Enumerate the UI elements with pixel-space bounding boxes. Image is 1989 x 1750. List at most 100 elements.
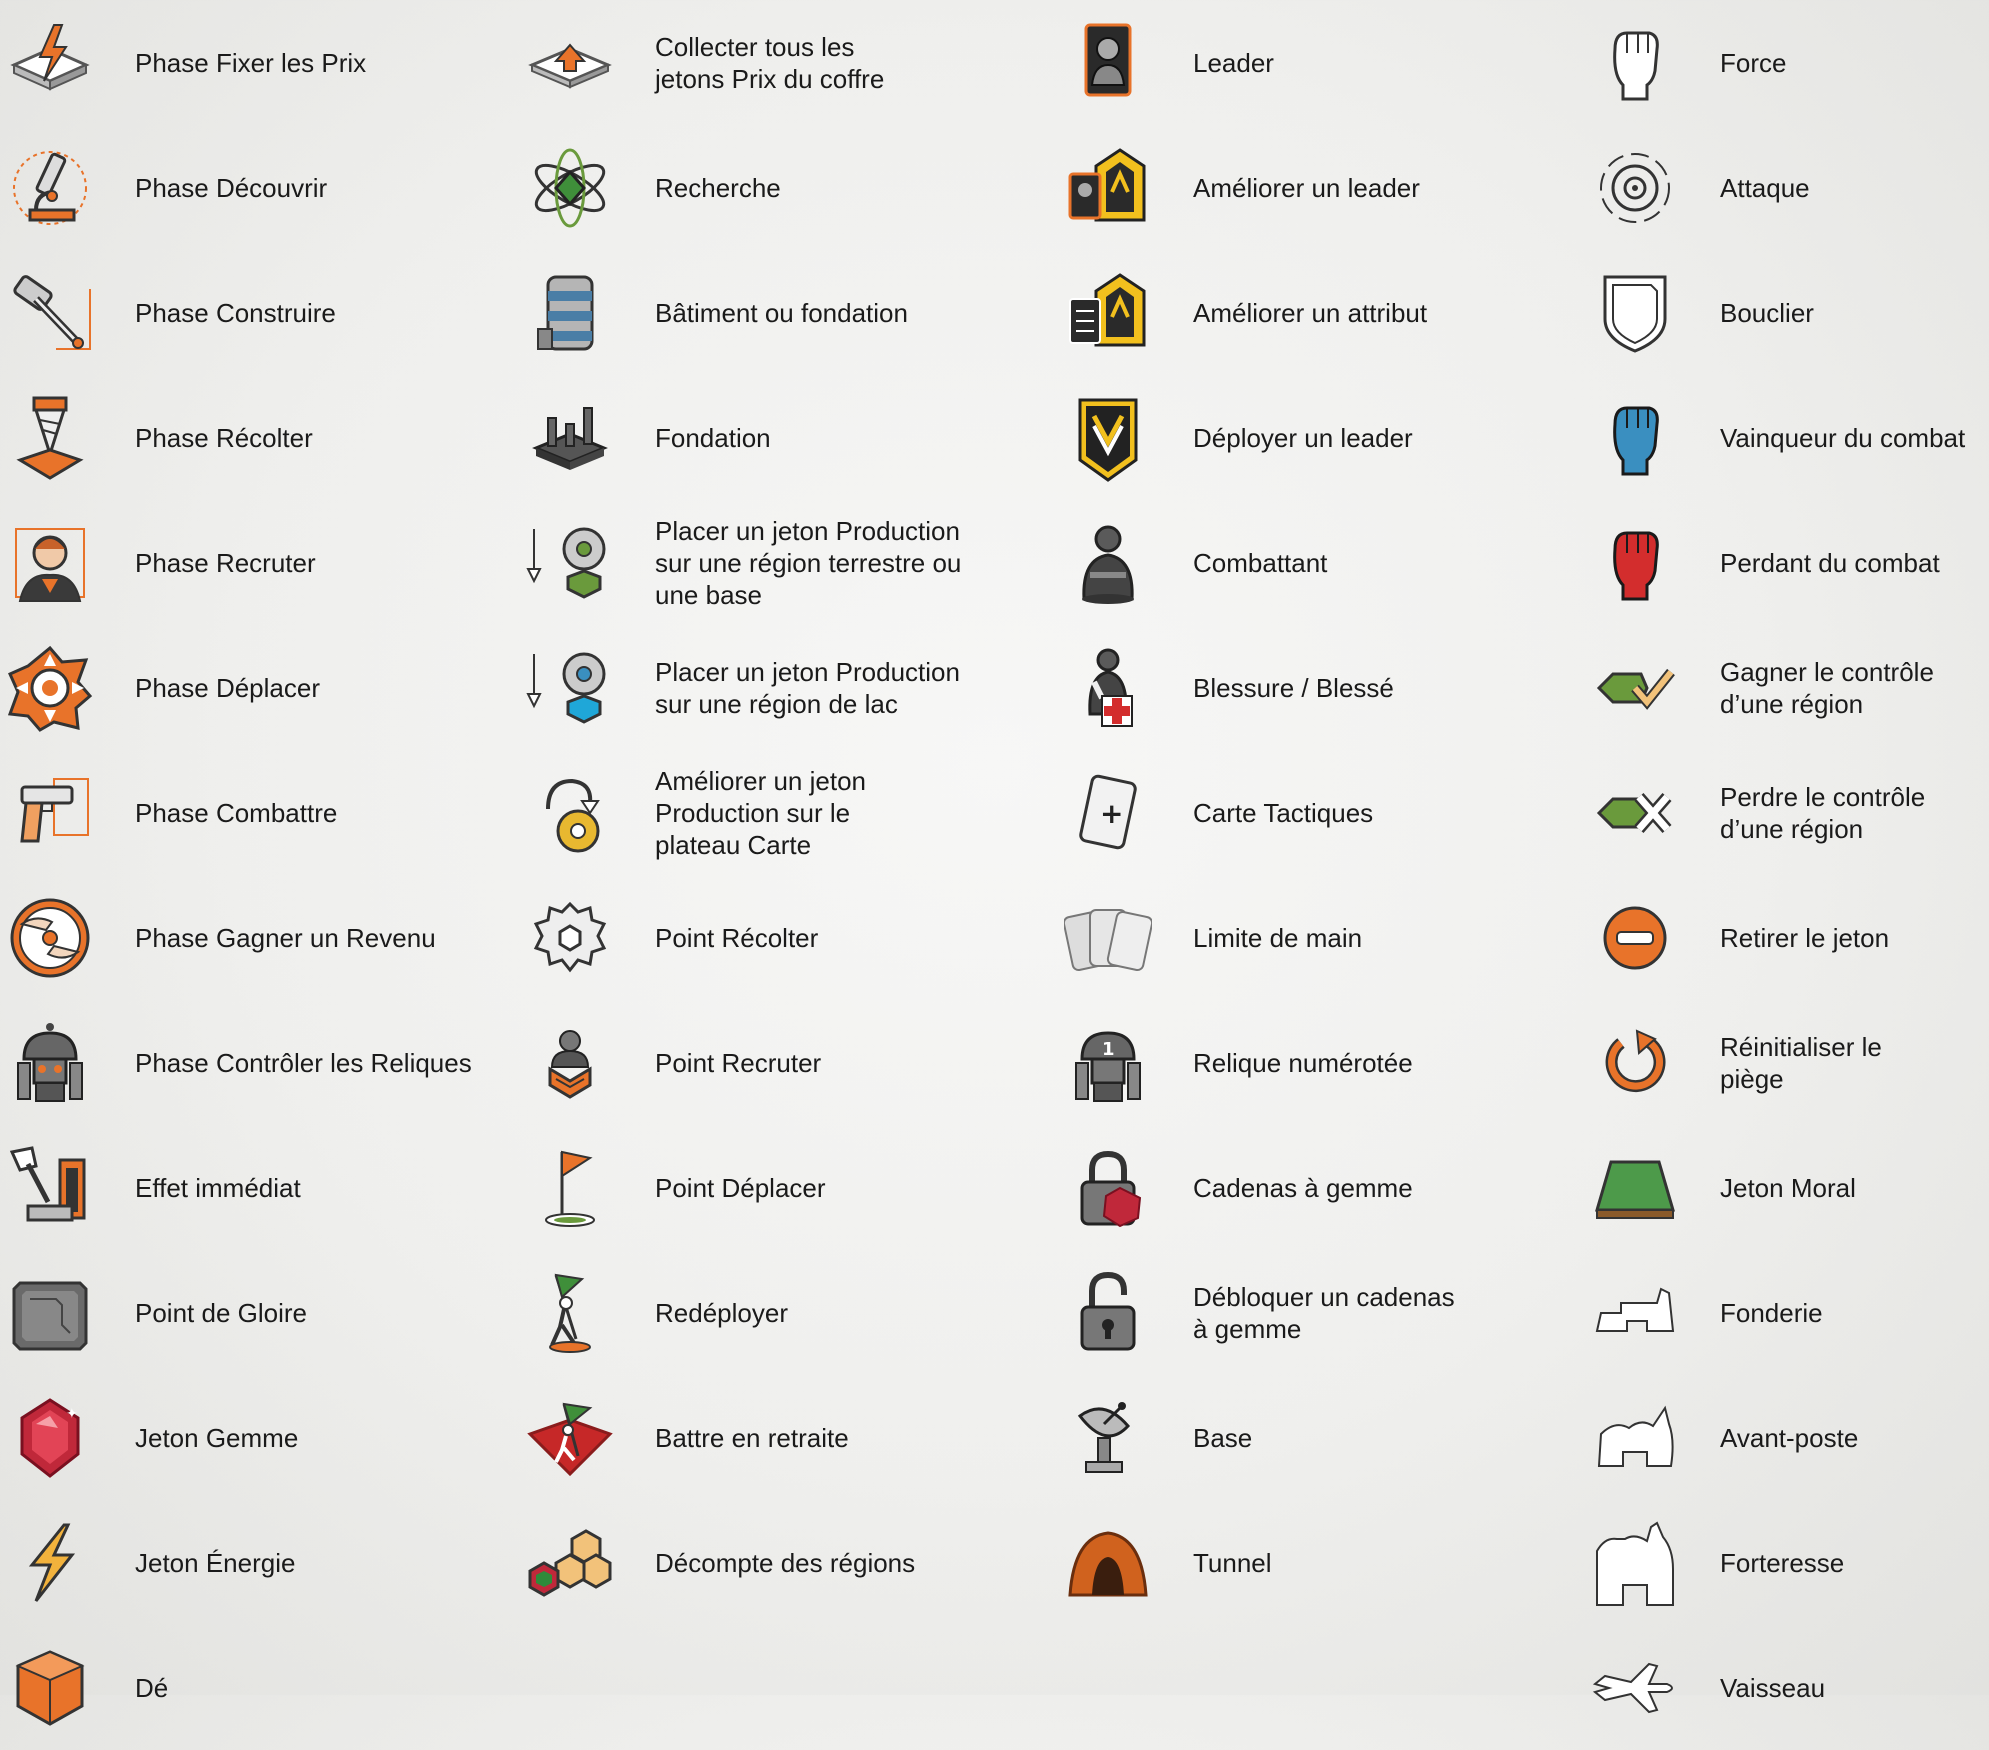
remove-token-icon [1591,894,1679,982]
legend-label: Placer un jeton Production sur une régio… [655,515,962,610]
legend-item: Améliorer un jeton Production sur le pla… [520,750,1040,875]
legend-label: Collecter tous les jetons Prix du coffre [655,31,885,94]
legend-item: Améliorer un leader [1058,125,1578,250]
fist-outline-icon [1591,19,1679,107]
legend-item: Bouclier [1585,250,1989,375]
legend-item: Phase Déplacer [0,625,510,750]
legend-label: Effet immédiat [135,1172,301,1203]
legend-item: Phase Contrôler les Reliques [0,1000,510,1125]
legend-label: Bâtiment ou fondation [655,297,908,328]
legend-label: Phase Gagner un Revenu [135,922,436,953]
leader-card-icon [1064,19,1152,107]
legend-item: ✦ Jeton Gemme [0,1375,510,1500]
legend-column-1: Phase Fixer les Prix Phase Découvrir Pha… [0,0,510,1750]
legend-label: Blessure / Blessé [1193,672,1394,703]
wounded-icon [1064,644,1152,732]
legend-label: Recherche [655,172,781,203]
legend-label: Leader [1193,47,1274,78]
legend-item: Dé [0,1625,510,1750]
legend-label: Force [1720,47,1787,78]
legend-label: Placer un jeton Production sur une régio… [655,656,960,719]
unlock-icon [1064,1269,1152,1357]
legend-item: Améliorer un attribut [1058,250,1578,375]
legend-label: Vaisseau [1720,1672,1826,1703]
glory-chip-icon [6,1269,94,1357]
legend-column-4: Force Attaque Bouclier Vainqueur du comb… [1585,0,1989,1750]
legend-label: Base [1193,1422,1253,1453]
legend-item: Recherche [520,125,1040,250]
atom-icon [526,144,614,232]
legend-column-3: Leader Améliorer un leader Améliorer un … [1058,0,1578,1625]
legend-label: Perdant du combat [1720,547,1940,578]
legend-label: Réinitialiser le piège [1720,1031,1882,1094]
production-green-icon [526,519,614,607]
legend-item: Point Recruter [520,1000,1040,1125]
gear-icon [526,894,614,982]
legend-label: Améliorer un leader [1193,172,1420,203]
foundation-icon [526,394,614,482]
legend-item: Jeton Énergie [0,1500,510,1625]
shield-icon [1591,269,1679,357]
legend-label: Jeton Énergie [135,1547,296,1578]
legend-item: Tunnel [1058,1500,1578,1625]
morale-token-icon [1591,1144,1679,1232]
tunnel-icon [1064,1519,1152,1607]
legend-label: Point de Gloire [135,1297,307,1328]
numbered-relic-icon: 1 [1064,1019,1152,1107]
legend-item: Point Récolter [520,875,1040,1000]
legend-label: Relique numérotée [1193,1047,1413,1078]
legend-label: Avant-poste [1720,1422,1859,1453]
legend-item: Déployer un leader [1058,375,1578,500]
legend-item: Phase Découvrir [0,125,510,250]
flag-icon [526,1144,614,1232]
legend-item: 1 Relique numérotée [1058,1000,1578,1125]
legend-item: Décompte des régions [520,1500,1040,1625]
legend-label: Phase Contrôler les Reliques [135,1047,472,1078]
legend-item: Retirer le jeton [1585,875,1989,1000]
legend-item: Vaisseau [1585,1625,1989,1750]
legend-label: Perdre le contrôle d’une région [1720,781,1926,844]
legend-item: Limite de main [1058,875,1578,1000]
tactics-card-icon: + [1064,769,1152,857]
building-icon [526,269,614,357]
upgrade-attribute-icon [1064,269,1152,357]
move-arrows-icon [6,644,94,732]
gem-lock-icon [1064,1144,1152,1232]
blue-fist-icon [1591,394,1679,482]
fighter-icon [1064,519,1152,607]
legend-label: Point Déplacer [655,1172,826,1203]
legend-item: Effet immédiat [0,1125,510,1250]
hand-limit-icon [1064,894,1152,982]
legend-label: Débloquer un cadenas à gemme [1193,1281,1455,1344]
legend-item: Phase Recruter [0,500,510,625]
legend-item: Jeton Moral [1585,1125,1989,1250]
legend-item: Point Déplacer [520,1125,1040,1250]
legend-item: Fonderie [1585,1250,1989,1375]
legend-label: Phase Découvrir [135,172,328,203]
legend-column-2: Collecter tous les jetons Prix du coffre… [520,0,1040,1625]
legend-label: Carte Tactiques [1193,797,1374,828]
drill-icon [6,394,94,482]
collect-arrow-icon [526,19,614,107]
legend-label: Battre en retraite [655,1422,849,1453]
legend-item: Gagner le contrôle d’une région [1585,625,1989,750]
legend-item: Placer un jeton Production sur une régio… [520,625,1040,750]
hammer-icon [6,269,94,357]
red-fist-icon [1591,519,1679,607]
legend-label: Améliorer un attribut [1193,297,1428,328]
legend-label: Améliorer un jeton Production sur le pla… [655,765,866,860]
price-phase-icon [6,19,94,107]
lose-control-icon [1591,769,1679,857]
legend-item: Attaque [1585,125,1989,250]
gun-icon [6,769,94,857]
legend-label: Cadenas à gemme [1193,1172,1413,1203]
legend-item: Forteresse [1585,1500,1989,1625]
legend-label: Phase Déplacer [135,672,320,703]
hex-regions-icon [526,1519,614,1607]
satellite-dish-icon [1064,1394,1152,1482]
relic-robot-icon [6,1019,94,1107]
legend-item: Réinitialiser le piège [1585,1000,1989,1125]
legend-item: Point de Gloire [0,1250,510,1375]
foundry-icon [1591,1269,1679,1357]
fortress-icon [1591,1519,1679,1607]
